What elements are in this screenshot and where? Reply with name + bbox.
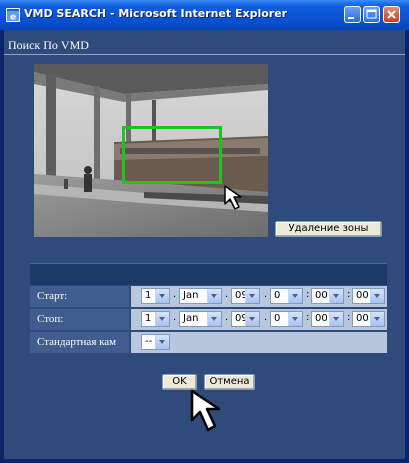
minimize-button[interactable] xyxy=(344,6,361,23)
stop-second-select[interactable]: 00 xyxy=(352,311,385,327)
date-separator: . xyxy=(225,289,229,300)
time-separator: : xyxy=(306,312,310,323)
start-day-select[interactable]: 1 xyxy=(141,288,170,304)
time-separator: : xyxy=(347,289,351,300)
stop-minute-value: 00 xyxy=(315,313,328,324)
page-title: Поиск По VMD xyxy=(8,38,89,52)
stop-year-select[interactable]: 09 xyxy=(231,311,260,327)
camera-value: -- xyxy=(145,336,153,347)
start-month-value: Jan xyxy=(183,290,199,301)
start-label: Старт: xyxy=(30,286,129,307)
start-year-select[interactable]: 09 xyxy=(231,288,260,304)
chevron-down-icon xyxy=(329,289,343,303)
chevron-down-icon xyxy=(245,289,259,303)
chevron-down-icon xyxy=(288,289,302,303)
time-separator: : xyxy=(306,289,310,300)
camera-fields: -- xyxy=(131,332,387,353)
chevron-down-icon xyxy=(207,312,221,326)
start-minute-value: 00 xyxy=(315,290,328,301)
start-fields: 1 . Jan . 09 . 0 : 00 : 00 xyxy=(131,286,387,307)
start-second-select[interactable]: 00 xyxy=(352,288,385,304)
stop-row: Стоп: 1 . Jan . 09 . 0 : 00 : 00 xyxy=(30,309,387,330)
close-icon xyxy=(387,10,396,19)
start-month-select[interactable]: Jan xyxy=(179,288,222,304)
date-separator: . xyxy=(173,289,177,300)
stop-minute-select[interactable]: 00 xyxy=(311,311,344,327)
date-separator: . xyxy=(264,289,268,300)
close-button[interactable] xyxy=(383,6,400,23)
start-day-value: 1 xyxy=(145,290,152,301)
chevron-down-icon xyxy=(155,289,169,303)
svg-text:e: e xyxy=(10,13,16,23)
chevron-down-icon xyxy=(155,312,169,326)
delete-zone-button[interactable]: Удаление зоны xyxy=(275,221,382,237)
ie-icon: e xyxy=(6,8,20,22)
stop-month-value: Jan xyxy=(183,313,199,324)
stop-hour-select[interactable]: 0 xyxy=(270,311,303,327)
start-minute-select[interactable]: 00 xyxy=(311,288,344,304)
start-hour-select[interactable]: 0 xyxy=(270,288,303,304)
browser-window: e VMD SEARCH - Microsoft Internet Explor… xyxy=(0,0,409,463)
date-separator: . xyxy=(225,312,229,323)
chevron-down-icon xyxy=(155,335,169,349)
cursor-arrow-icon xyxy=(190,389,221,432)
stop-fields: 1 . Jan . 09 . 0 : 00 : 00 xyxy=(131,309,387,330)
vmd-zone-rectangle[interactable] xyxy=(122,126,222,184)
chevron-down-icon xyxy=(207,289,221,303)
date-separator: . xyxy=(264,312,268,323)
title-bar[interactable]: e VMD SEARCH - Microsoft Internet Explor… xyxy=(0,0,409,30)
stop-second-value: 00 xyxy=(356,313,369,324)
maximize-icon xyxy=(366,9,377,19)
window-title: VMD SEARCH - Microsoft Internet Explorer xyxy=(24,7,288,20)
maximize-button[interactable] xyxy=(363,6,380,23)
stop-month-select[interactable]: Jan xyxy=(179,311,222,327)
stop-day-select[interactable]: 1 xyxy=(141,311,170,327)
minimize-icon xyxy=(348,17,354,19)
chevron-down-icon xyxy=(245,312,259,326)
stop-label: Стоп: xyxy=(30,309,129,330)
camera-select[interactable]: -- xyxy=(141,334,170,350)
page-content: Поиск По VMD Удаление зоны Старт: 1 . Ja… xyxy=(4,30,405,459)
stop-hour-value: 0 xyxy=(274,313,281,324)
start-second-value: 00 xyxy=(356,290,369,301)
cursor-arrow-icon xyxy=(224,185,242,210)
divider xyxy=(4,54,405,55)
date-separator: . xyxy=(173,312,177,323)
search-panel-header xyxy=(30,263,387,285)
start-hour-value: 0 xyxy=(274,290,281,301)
chevron-down-icon xyxy=(329,312,343,326)
start-row: Старт: 1 . Jan . 09 . 0 : 00 : 00 xyxy=(30,286,387,307)
camera-row: Стандартная кам -- xyxy=(30,332,387,353)
time-separator: : xyxy=(347,312,351,323)
camera-image[interactable] xyxy=(34,64,268,237)
chevron-down-icon xyxy=(288,312,302,326)
stop-day-value: 1 xyxy=(145,313,152,324)
camera-label: Стандартная кам xyxy=(30,332,129,353)
chevron-down-icon xyxy=(370,312,384,326)
chevron-down-icon xyxy=(370,289,384,303)
